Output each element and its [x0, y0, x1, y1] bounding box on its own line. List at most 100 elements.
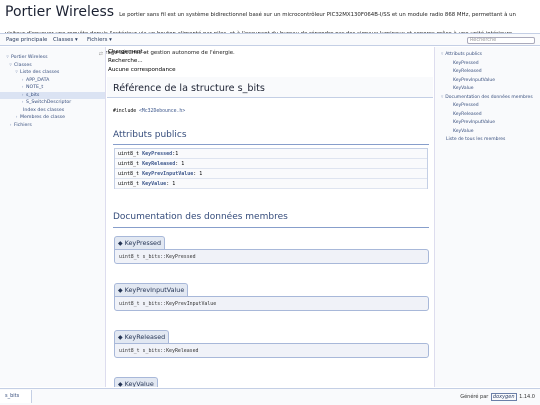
- toc-item[interactable]: KeyPressed: [453, 60, 479, 67]
- nav-item[interactable]: › NOTE_t: [0, 84, 105, 91]
- member-bits: : 1: [193, 171, 203, 177]
- chevron-icon[interactable]: ›: [19, 92, 26, 99]
- toc-item[interactable]: KeyPressed: [453, 102, 479, 109]
- member-type: uint8_t: [118, 161, 143, 167]
- tab-files-label: Fichiers: [87, 37, 108, 43]
- toc-item[interactable]: KeyPrevInputValue: [453, 119, 495, 126]
- nav-item[interactable]: ▿ Classes: [0, 62, 105, 69]
- member-type: uint8_t: [118, 171, 143, 177]
- nav-item[interactable]: › S_SwitchDescriptor: [0, 99, 105, 106]
- toc-item[interactable]: KeyPrevInputValue: [453, 77, 495, 84]
- member-bits: : 1: [175, 161, 185, 167]
- include-file-link[interactable]: <Mc32Debounce.h>: [139, 109, 185, 114]
- nav-item[interactable]: › s_bits: [0, 91, 105, 99]
- chevron-down-icon[interactable]: ▿: [441, 95, 443, 100]
- page-title: Référence de la structure s_bits: [113, 83, 265, 94]
- member-doc-name: KeyPressed: [124, 239, 162, 247]
- chevron-icon[interactable]: ›: [7, 122, 14, 129]
- toc-item[interactable]: ▿ Documentation des données membres: [441, 94, 533, 101]
- include-keyword: #include: [113, 109, 139, 114]
- toc-item[interactable]: Liste de tous les membres: [446, 136, 505, 143]
- table-row: uint8_t KeyValue: 1: [115, 179, 427, 189]
- nav-item[interactable]: ▿ Liste des classes: [0, 69, 105, 76]
- table-row: uint8_t KeyReleased: 1: [115, 159, 427, 169]
- nav-item-label: S_SwitchDescriptor: [26, 100, 72, 105]
- nav-item[interactable]: Index des classes: [0, 107, 105, 114]
- breadcrumb[interactable]: s_bits: [0, 390, 33, 403]
- table-row: uint8_t KeyPrevInputValue: 1: [115, 169, 427, 179]
- nav-item-label: s_bits: [26, 92, 40, 98]
- toc-item-label: KeyPrevInputValue: [453, 77, 495, 83]
- sidebar-nav-tree: ⇄ ▿ Portier Wireless ▿ Classes ▿ Liste des cl…: [0, 47, 106, 387]
- tab-files[interactable]: Fichiers ▾: [87, 37, 112, 43]
- chevron-icon[interactable]: ›: [19, 99, 26, 106]
- nav-item-label: NOTE_t: [26, 85, 44, 90]
- toc-item-label: Liste de tous les membres: [446, 137, 506, 142]
- member-table: uint8_t KeyPressed:1 uint8_t KeyReleased:…: [114, 148, 428, 189]
- member-doc-name: KeyValue: [124, 380, 154, 387]
- toc-item[interactable]: KeyReleased: [453, 68, 482, 75]
- chevron-icon[interactable]: ›: [19, 77, 26, 84]
- toc-item[interactable]: ▿ Attributs publics: [441, 51, 482, 58]
- page-header: Référence de la structure s_bits: [107, 77, 433, 98]
- nav-item[interactable]: › Fichiers: [0, 122, 105, 129]
- generated-by: Généré par doxygen 1.14.0: [460, 393, 535, 401]
- member-link[interactable]: KeyReleased: [142, 161, 175, 167]
- member-prototype: uint8_t s_bits::KeyPrevInputValue: [114, 296, 429, 311]
- footer: s_bits Généré par doxygen 1.14.0: [0, 388, 540, 405]
- section-public-attrs: Attributs publics: [113, 130, 187, 140]
- project-title: Portier Wireless: [5, 4, 115, 20]
- nav-item-label: APP_DATA: [26, 77, 50, 83]
- member-link[interactable]: KeyPrevInputValue: [142, 171, 193, 177]
- toc-item-label: KeyPressed: [453, 60, 479, 66]
- version-label: 1.14.0: [517, 394, 535, 400]
- tab-classes[interactable]: Classes ▾: [53, 37, 78, 43]
- toc-item[interactable]: KeyValue: [453, 85, 474, 92]
- member-doc-title: ◆ KeyPrevInputValue: [114, 283, 189, 296]
- toc-item[interactable]: KeyValue: [453, 128, 474, 135]
- member-link[interactable]: KeyPressed: [142, 151, 172, 157]
- diamond-icon: ◆: [118, 240, 123, 247]
- tab-classes-label: Classes: [53, 37, 74, 43]
- member-bits: : 1: [166, 181, 176, 187]
- nav-item[interactable]: ▿ Portier Wireless: [0, 54, 105, 61]
- toc-item-label: Attributs publics: [445, 52, 483, 57]
- toc-item-label: KeyValue: [453, 86, 474, 91]
- chevron-down-icon: ▾: [75, 37, 78, 43]
- divider: [113, 227, 429, 228]
- table-row: uint8_t KeyPressed:1: [115, 149, 427, 159]
- status-no-match: Aucune correspondance: [108, 67, 176, 73]
- chevron-icon[interactable]: ▿: [4, 54, 11, 61]
- include-line: #include <Mc32Debounce.h>: [113, 109, 185, 114]
- main-nav-tabs: Page principale Classes ▾ Fichiers ▾ Rec…: [0, 33, 540, 46]
- toc-item-label: KeyValue: [453, 128, 474, 134]
- chevron-icon[interactable]: ▿: [7, 62, 14, 69]
- nav-item[interactable]: › Membres de classe: [0, 114, 105, 121]
- title-area: Portier Wireless Le portier sans fil est…: [0, 0, 540, 57]
- chevron-down-icon[interactable]: ▿: [441, 52, 443, 57]
- chevron-icon[interactable]: ›: [19, 84, 26, 91]
- member-type: uint8_t: [118, 151, 143, 157]
- tab-main-page[interactable]: Page principale: [6, 37, 47, 43]
- member-doc-title: ◆ KeyReleased: [114, 330, 170, 343]
- chevron-icon[interactable]: ›: [13, 114, 20, 121]
- main-content: Chargement... Recherche... Aucune corres…: [107, 47, 433, 387]
- status-loading: Chargement...: [108, 49, 149, 55]
- member-prototype: uint8_t s_bits::KeyReleased: [114, 343, 429, 358]
- member-link[interactable]: KeyValue: [142, 181, 166, 187]
- nav-item-label: Membres de classe: [20, 115, 65, 120]
- search-input[interactable]: Recherche: [467, 36, 535, 44]
- diamond-icon: ◆: [118, 334, 123, 341]
- diamond-icon: ◆: [118, 287, 123, 294]
- toc-item-label: KeyPressed: [453, 103, 479, 108]
- chevron-icon[interactable]: ▿: [13, 69, 20, 76]
- nav-item-label: Classes: [14, 62, 32, 68]
- doxygen-logo[interactable]: doxygen: [490, 393, 517, 401]
- member-doc-title: ◆ KeyValue: [114, 377, 158, 387]
- toc-item-label: KeyReleased: [453, 69, 482, 74]
- nav-item[interactable]: › APP_DATA: [0, 77, 105, 84]
- chevron-down-icon: ▾: [109, 37, 112, 43]
- member-doc-name: KeyReleased: [124, 333, 166, 341]
- divider: [113, 144, 429, 145]
- toc-item[interactable]: KeyReleased: [453, 111, 482, 118]
